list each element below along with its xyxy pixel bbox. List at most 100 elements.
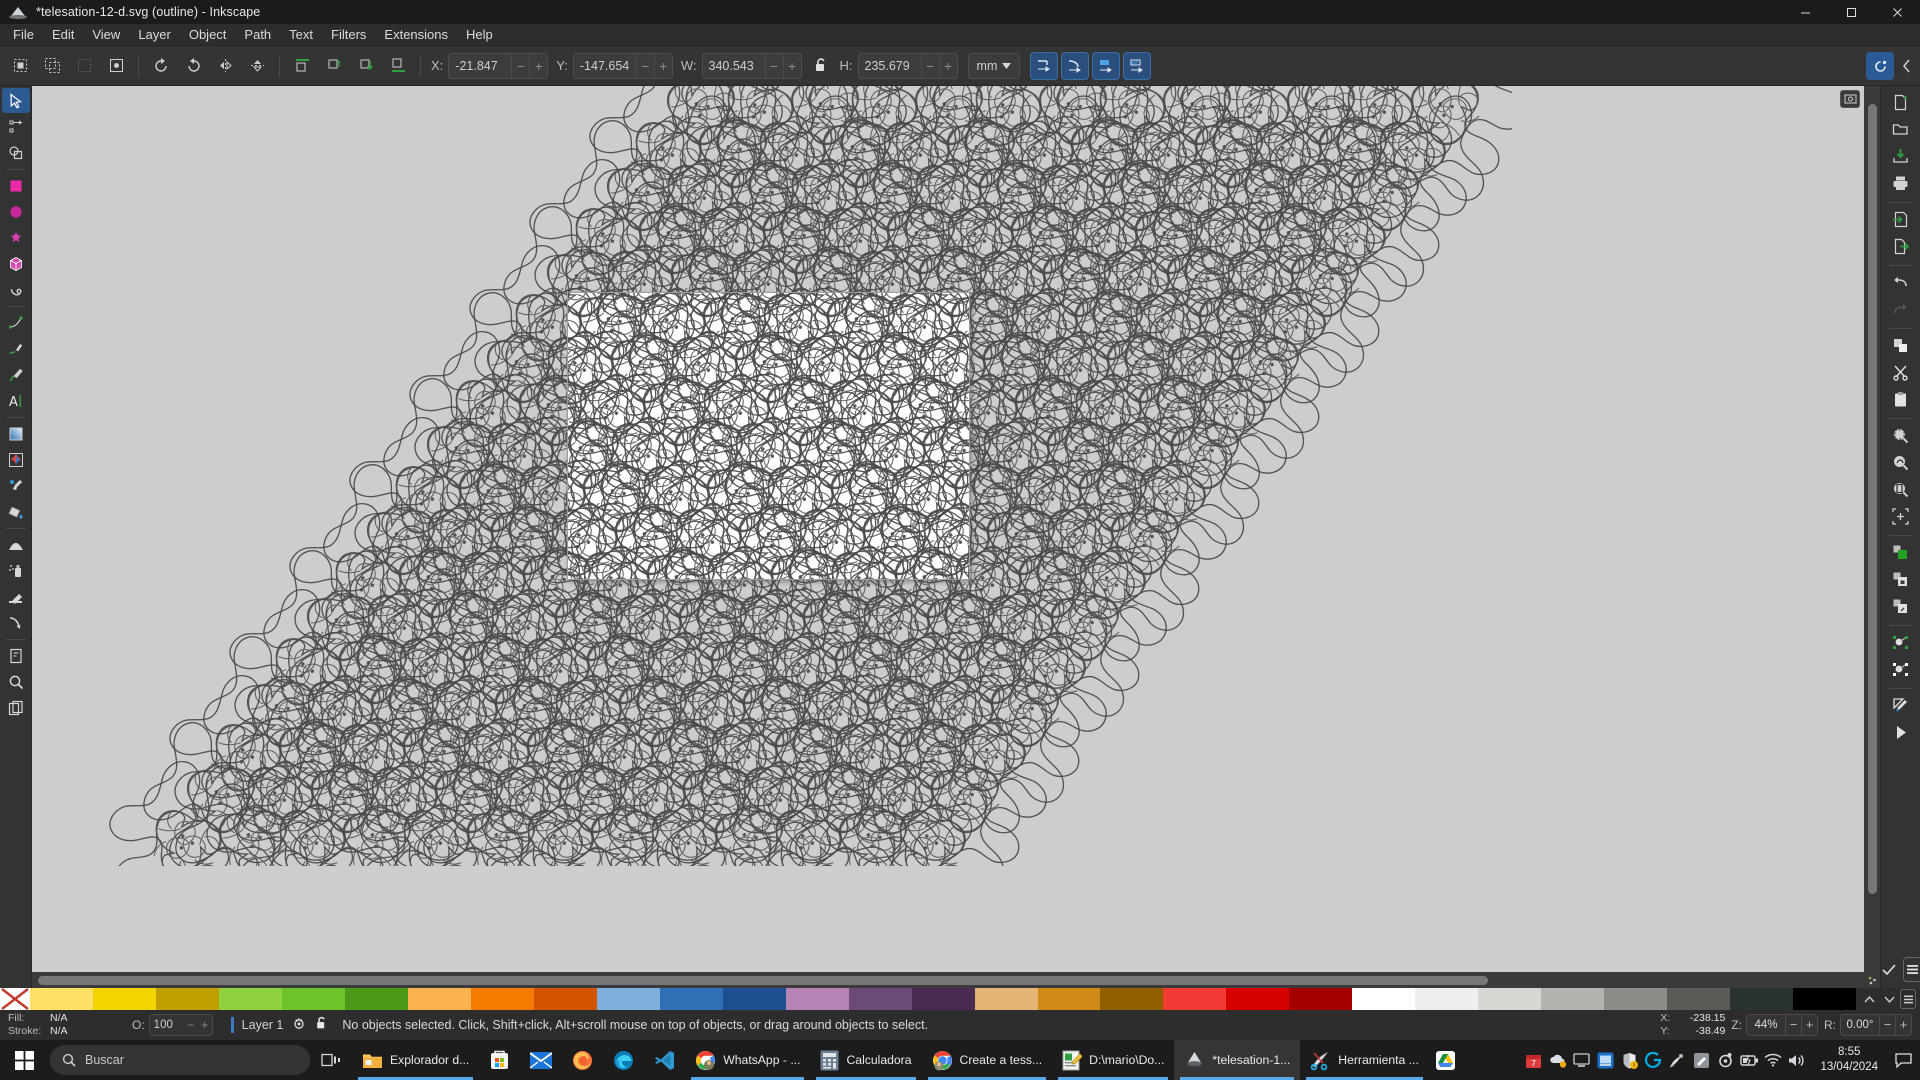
open-document-button[interactable]	[1886, 117, 1916, 142]
menu-extensions[interactable]: Extensions	[375, 24, 457, 46]
redo-button[interactable]	[1886, 297, 1916, 322]
zoom-drawing-button[interactable]	[1886, 450, 1916, 475]
h-field[interactable]: − +	[857, 52, 958, 79]
menu-help[interactable]: Help	[457, 24, 502, 46]
palette-scroll-up-icon[interactable]	[1860, 989, 1878, 1009]
zoom-field[interactable]: 44% − +	[1746, 1014, 1818, 1036]
start-button[interactable]	[0, 1040, 48, 1080]
opacity-step-up[interactable]: +	[198, 1018, 212, 1032]
palette-swatch[interactable]	[533, 988, 597, 1010]
x-input[interactable]	[449, 53, 512, 78]
menu-edit[interactable]: Edit	[43, 24, 83, 46]
raise-to-top-icon[interactable]	[287, 52, 317, 80]
tray-security-icon[interactable]: !	[1618, 1040, 1640, 1080]
rotate-cw-icon[interactable]	[178, 52, 208, 80]
close-button[interactable]	[1874, 0, 1920, 24]
tray-battery-icon[interactable]	[1738, 1040, 1760, 1080]
tray-volume-icon[interactable]	[1786, 1040, 1808, 1080]
display-mode-badge[interactable]	[1840, 90, 1860, 108]
menu-filters[interactable]: Filters	[322, 24, 375, 46]
rotation-decrease[interactable]: −	[1879, 1015, 1895, 1035]
palette-swatch[interactable]	[1793, 988, 1857, 1010]
palette-swatch[interactable]	[1226, 988, 1290, 1010]
move-patterns-toggle[interactable]	[1123, 51, 1152, 80]
tool-dropper[interactable]	[2, 473, 30, 498]
tool-connector[interactable]	[2, 610, 30, 635]
lower-to-bottom-icon[interactable]	[383, 52, 413, 80]
tool-shape-builder[interactable]	[2, 140, 30, 165]
raise-icon[interactable]	[319, 52, 349, 80]
flip-horizontal-icon[interactable]	[210, 52, 240, 80]
tool-star[interactable]	[2, 225, 30, 250]
duplicate-button[interactable]	[1886, 540, 1916, 565]
palette-swatch[interactable]	[596, 988, 660, 1010]
palette-swatch[interactable]	[848, 988, 912, 1010]
group-button[interactable]	[1886, 567, 1916, 592]
opacity-input[interactable]	[149, 1019, 184, 1031]
taskbar-item-explorer[interactable]: Explorador d...	[352, 1040, 479, 1080]
y-input[interactable]	[573, 53, 636, 78]
tray-calendar-icon[interactable]: 7	[1522, 1040, 1544, 1080]
tray-display-icon[interactable]	[1570, 1040, 1592, 1080]
tray-satellite-icon[interactable]	[1666, 1040, 1688, 1080]
tool-page[interactable]	[2, 643, 30, 668]
vertical-scroll-thumb[interactable]	[1867, 104, 1877, 894]
menu-text[interactable]: Text	[280, 24, 322, 46]
taskbar-item-edge[interactable]	[603, 1040, 644, 1080]
zoom-fit-button[interactable]	[1886, 504, 1916, 529]
palette-swatch[interactable]	[785, 988, 849, 1010]
palette-swatch[interactable]	[1100, 988, 1164, 1010]
lock-aspect-ratio-toggle[interactable]	[809, 53, 833, 79]
save-document-button[interactable]	[1886, 144, 1916, 169]
tool-pencil[interactable]	[2, 336, 30, 361]
taskbar-item-drive[interactable]	[1429, 1040, 1462, 1080]
tool-spray[interactable]	[2, 558, 30, 583]
toolbar-overflow-chevron-icon[interactable]	[1896, 52, 1916, 80]
select-all-layers-icon[interactable]	[37, 52, 67, 80]
palette-swatch[interactable]	[155, 988, 219, 1010]
palette-swatch[interactable]	[1541, 988, 1605, 1010]
taskbar-item-store[interactable]	[479, 1040, 520, 1080]
scale-stroke-width-toggle[interactable]	[1030, 51, 1059, 80]
stroke-value[interactable]: N/A	[50, 1025, 68, 1038]
palette-swatch[interactable]	[1667, 988, 1731, 1010]
y-field[interactable]: − +	[572, 52, 673, 79]
opacity-field[interactable]: − +	[148, 1014, 213, 1036]
x-step-up[interactable]: +	[529, 53, 547, 78]
tool-paint-bucket[interactable]	[2, 499, 30, 524]
taskbar-search-input[interactable]: Buscar	[50, 1045, 310, 1075]
deselect-icon[interactable]	[69, 52, 99, 80]
menu-file[interactable]: File	[4, 24, 43, 46]
zoom-selection-button[interactable]	[1886, 423, 1916, 448]
tool-measure[interactable]	[2, 695, 30, 720]
rotation-value[interactable]: 0.00°	[1841, 1019, 1879, 1031]
palette-swatch[interactable]	[911, 988, 975, 1010]
palette-swatch[interactable]	[92, 988, 156, 1010]
taskbar-item-snipping-tool[interactable]: Herramienta ...	[1300, 1040, 1429, 1080]
tool-mesh[interactable]	[2, 447, 30, 472]
palette-swatch[interactable]	[1352, 988, 1416, 1010]
zoom-value[interactable]: 44%	[1747, 1019, 1785, 1031]
tool-rectangle[interactable]	[2, 173, 30, 198]
y-step-up[interactable]: +	[653, 53, 672, 78]
tray-logitech-icon[interactable]	[1642, 1040, 1664, 1080]
h-step-down[interactable]: −	[920, 53, 939, 78]
h-input[interactable]	[858, 53, 921, 78]
taskbar-item-whatsapp[interactable]: WhatsApp - ...	[685, 1040, 810, 1080]
palette-swatch[interactable]	[1730, 988, 1794, 1010]
scale-rounded-corners-toggle[interactable]	[1061, 51, 1090, 80]
paste-button[interactable]	[1886, 387, 1916, 412]
snap-controls-button[interactable]	[1866, 52, 1894, 80]
palette-swatch[interactable]	[1604, 988, 1668, 1010]
no-color-swatch[interactable]	[0, 988, 30, 1010]
palette-swatch[interactable]	[470, 988, 534, 1010]
canvas[interactable]	[32, 86, 1864, 972]
object-properties-button[interactable]	[1886, 630, 1916, 655]
palette-swatch[interactable]	[407, 988, 471, 1010]
x-field[interactable]: − +	[448, 52, 549, 79]
opacity-step-down[interactable]: −	[184, 1018, 198, 1032]
ungroup-button[interactable]	[1886, 594, 1916, 619]
x-step-down[interactable]: −	[511, 53, 529, 78]
transform-button[interactable]	[1886, 657, 1916, 682]
menu-layer[interactable]: Layer	[129, 24, 180, 46]
